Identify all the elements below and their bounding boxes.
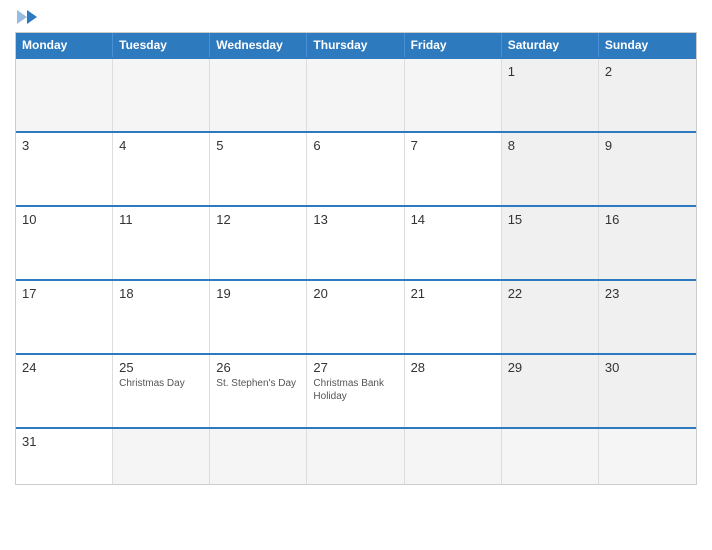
day-number: 21 bbox=[411, 286, 495, 301]
day-number: 5 bbox=[216, 138, 300, 153]
day-number: 1 bbox=[508, 64, 592, 79]
calendar-day-cell: 5 bbox=[210, 133, 307, 205]
calendar-header-row: MondayTuesdayWednesdayThursdayFridaySatu… bbox=[16, 33, 696, 57]
calendar-day-cell: 11 bbox=[113, 207, 210, 279]
day-number: 29 bbox=[508, 360, 592, 375]
calendar-week-4: 17 18 19 20 21 22 23 bbox=[16, 279, 696, 353]
calendar-day-cell: 12 bbox=[210, 207, 307, 279]
calendar-week-3: 10 11 12 13 14 15 16 bbox=[16, 205, 696, 279]
calendar-day-cell: 8 bbox=[502, 133, 599, 205]
calendar-day-cell: 25 Christmas Day bbox=[113, 355, 210, 427]
header bbox=[15, 10, 697, 24]
calendar-day-cell: 6 bbox=[307, 133, 404, 205]
day-number: 26 bbox=[216, 360, 300, 375]
day-number: 7 bbox=[411, 138, 495, 153]
day-number: 11 bbox=[119, 212, 203, 227]
day-number: 13 bbox=[313, 212, 397, 227]
calendar-day-cell bbox=[16, 59, 113, 131]
calendar-day-cell: 30 bbox=[599, 355, 696, 427]
holiday-label: Christmas Bank Holiday bbox=[313, 377, 397, 403]
day-number: 18 bbox=[119, 286, 203, 301]
logo bbox=[15, 10, 37, 24]
day-number: 6 bbox=[313, 138, 397, 153]
calendar-week-1: 12 bbox=[16, 57, 696, 131]
calendar-day-cell: 17 bbox=[16, 281, 113, 353]
calendar-header-tuesday: Tuesday bbox=[113, 33, 210, 57]
calendar-day-cell: 14 bbox=[405, 207, 502, 279]
day-number: 31 bbox=[22, 434, 106, 449]
calendar-header-friday: Friday bbox=[405, 33, 502, 57]
day-number: 22 bbox=[508, 286, 592, 301]
calendar-day-cell bbox=[405, 59, 502, 131]
calendar-header-saturday: Saturday bbox=[502, 33, 599, 57]
calendar-day-cell bbox=[599, 429, 696, 484]
calendar-day-cell: 9 bbox=[599, 133, 696, 205]
calendar-header-thursday: Thursday bbox=[307, 33, 404, 57]
page: MondayTuesdayWednesdayThursdayFridaySatu… bbox=[0, 0, 712, 550]
calendar-day-cell: 24 bbox=[16, 355, 113, 427]
calendar-day-cell: 28 bbox=[405, 355, 502, 427]
day-number: 24 bbox=[22, 360, 106, 375]
calendar-header-monday: Monday bbox=[16, 33, 113, 57]
day-number: 15 bbox=[508, 212, 592, 227]
calendar-day-cell: 2 bbox=[599, 59, 696, 131]
day-number: 9 bbox=[605, 138, 690, 153]
calendar-day-cell: 1 bbox=[502, 59, 599, 131]
calendar-body: 1234567891011121314151617181920212223242… bbox=[16, 57, 696, 484]
day-number: 23 bbox=[605, 286, 690, 301]
holiday-label: St. Stephen's Day bbox=[216, 377, 300, 390]
calendar-day-cell: 3 bbox=[16, 133, 113, 205]
calendar-day-cell bbox=[307, 59, 404, 131]
calendar-day-cell: 23 bbox=[599, 281, 696, 353]
calendar-header-sunday: Sunday bbox=[599, 33, 696, 57]
calendar-day-cell: 29 bbox=[502, 355, 599, 427]
day-number: 14 bbox=[411, 212, 495, 227]
day-number: 17 bbox=[22, 286, 106, 301]
day-number: 4 bbox=[119, 138, 203, 153]
calendar-day-cell bbox=[307, 429, 404, 484]
day-number: 10 bbox=[22, 212, 106, 227]
calendar-day-cell bbox=[502, 429, 599, 484]
calendar-day-cell: 4 bbox=[113, 133, 210, 205]
calendar-day-cell: 27 Christmas Bank Holiday bbox=[307, 355, 404, 427]
calendar-day-cell bbox=[210, 429, 307, 484]
calendar-day-cell bbox=[113, 59, 210, 131]
day-number: 19 bbox=[216, 286, 300, 301]
calendar-day-cell bbox=[405, 429, 502, 484]
day-number: 2 bbox=[605, 64, 690, 79]
calendar-day-cell: 22 bbox=[502, 281, 599, 353]
calendar-day-cell: 15 bbox=[502, 207, 599, 279]
day-number: 30 bbox=[605, 360, 690, 375]
day-number: 20 bbox=[313, 286, 397, 301]
day-number: 27 bbox=[313, 360, 397, 375]
calendar-day-cell bbox=[210, 59, 307, 131]
calendar-day-cell: 26 St. Stephen's Day bbox=[210, 355, 307, 427]
calendar-day-cell: 13 bbox=[307, 207, 404, 279]
calendar-day-cell: 31 bbox=[16, 429, 113, 484]
day-number: 28 bbox=[411, 360, 495, 375]
day-number: 12 bbox=[216, 212, 300, 227]
day-number: 8 bbox=[508, 138, 592, 153]
calendar-header-wednesday: Wednesday bbox=[210, 33, 307, 57]
calendar-day-cell: 7 bbox=[405, 133, 502, 205]
calendar-day-cell bbox=[113, 429, 210, 484]
calendar-day-cell: 18 bbox=[113, 281, 210, 353]
day-number: 16 bbox=[605, 212, 690, 227]
calendar-week-last: 31 bbox=[16, 427, 696, 484]
day-number: 3 bbox=[22, 138, 106, 153]
calendar-day-cell: 16 bbox=[599, 207, 696, 279]
day-number: 25 bbox=[119, 360, 203, 375]
calendar: MondayTuesdayWednesdayThursdayFridaySatu… bbox=[15, 32, 697, 485]
calendar-day-cell: 21 bbox=[405, 281, 502, 353]
calendar-day-cell: 10 bbox=[16, 207, 113, 279]
calendar-day-cell: 19 bbox=[210, 281, 307, 353]
calendar-week-5: 24 25 Christmas Day 26 St. Stephen's Day 27 Ch… bbox=[16, 353, 696, 427]
holiday-label: Christmas Day bbox=[119, 377, 203, 390]
calendar-day-cell: 20 bbox=[307, 281, 404, 353]
logo-flag-icon bbox=[17, 10, 37, 24]
calendar-week-2: 3456789 bbox=[16, 131, 696, 205]
